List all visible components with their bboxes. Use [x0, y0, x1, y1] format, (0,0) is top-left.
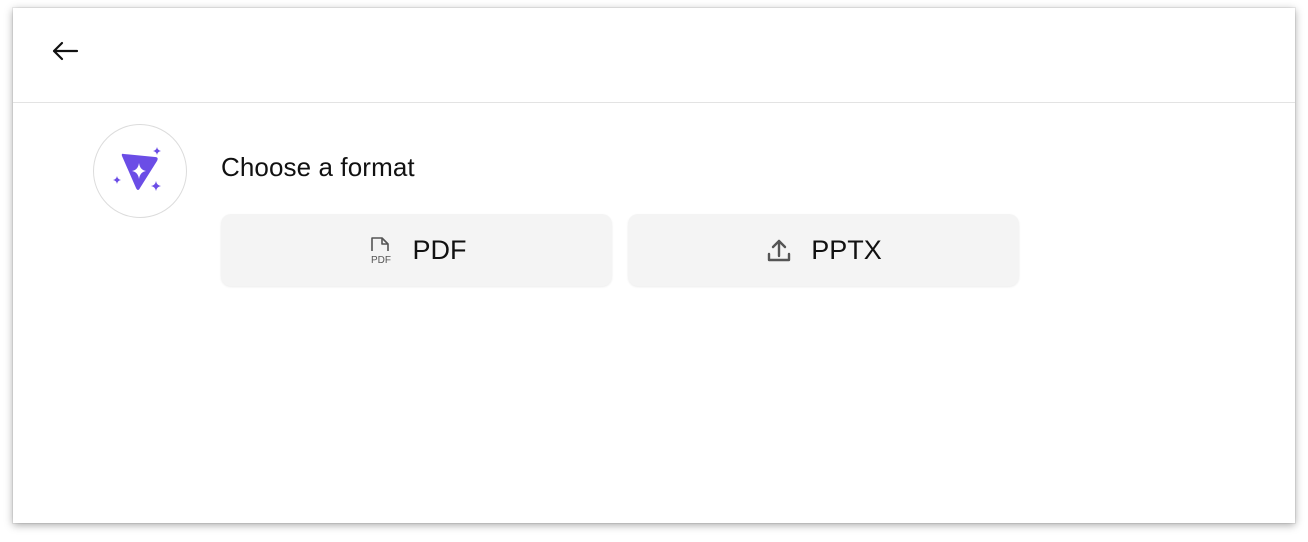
- assistant-avatar: [93, 124, 187, 218]
- upload-icon: [765, 235, 793, 265]
- back-button[interactable]: [45, 34, 85, 68]
- pdf-icon-text: PDF: [371, 255, 391, 265]
- top-bar: [13, 8, 1295, 103]
- pptx-format-button[interactable]: PPTX: [628, 214, 1019, 286]
- page-title: Choose a format: [221, 152, 415, 182]
- pptx-format-label: PPTX: [811, 234, 882, 265]
- export-dialog: Choose a format PDF PDF PPTX: [13, 8, 1295, 523]
- pdf-file-icon: PDF: [367, 235, 395, 265]
- sparkle-play-icon: [113, 147, 161, 191]
- pdf-format-button[interactable]: PDF PDF: [221, 214, 612, 286]
- pdf-format-label: PDF: [412, 234, 467, 265]
- arrow-left-icon: [52, 41, 79, 61]
